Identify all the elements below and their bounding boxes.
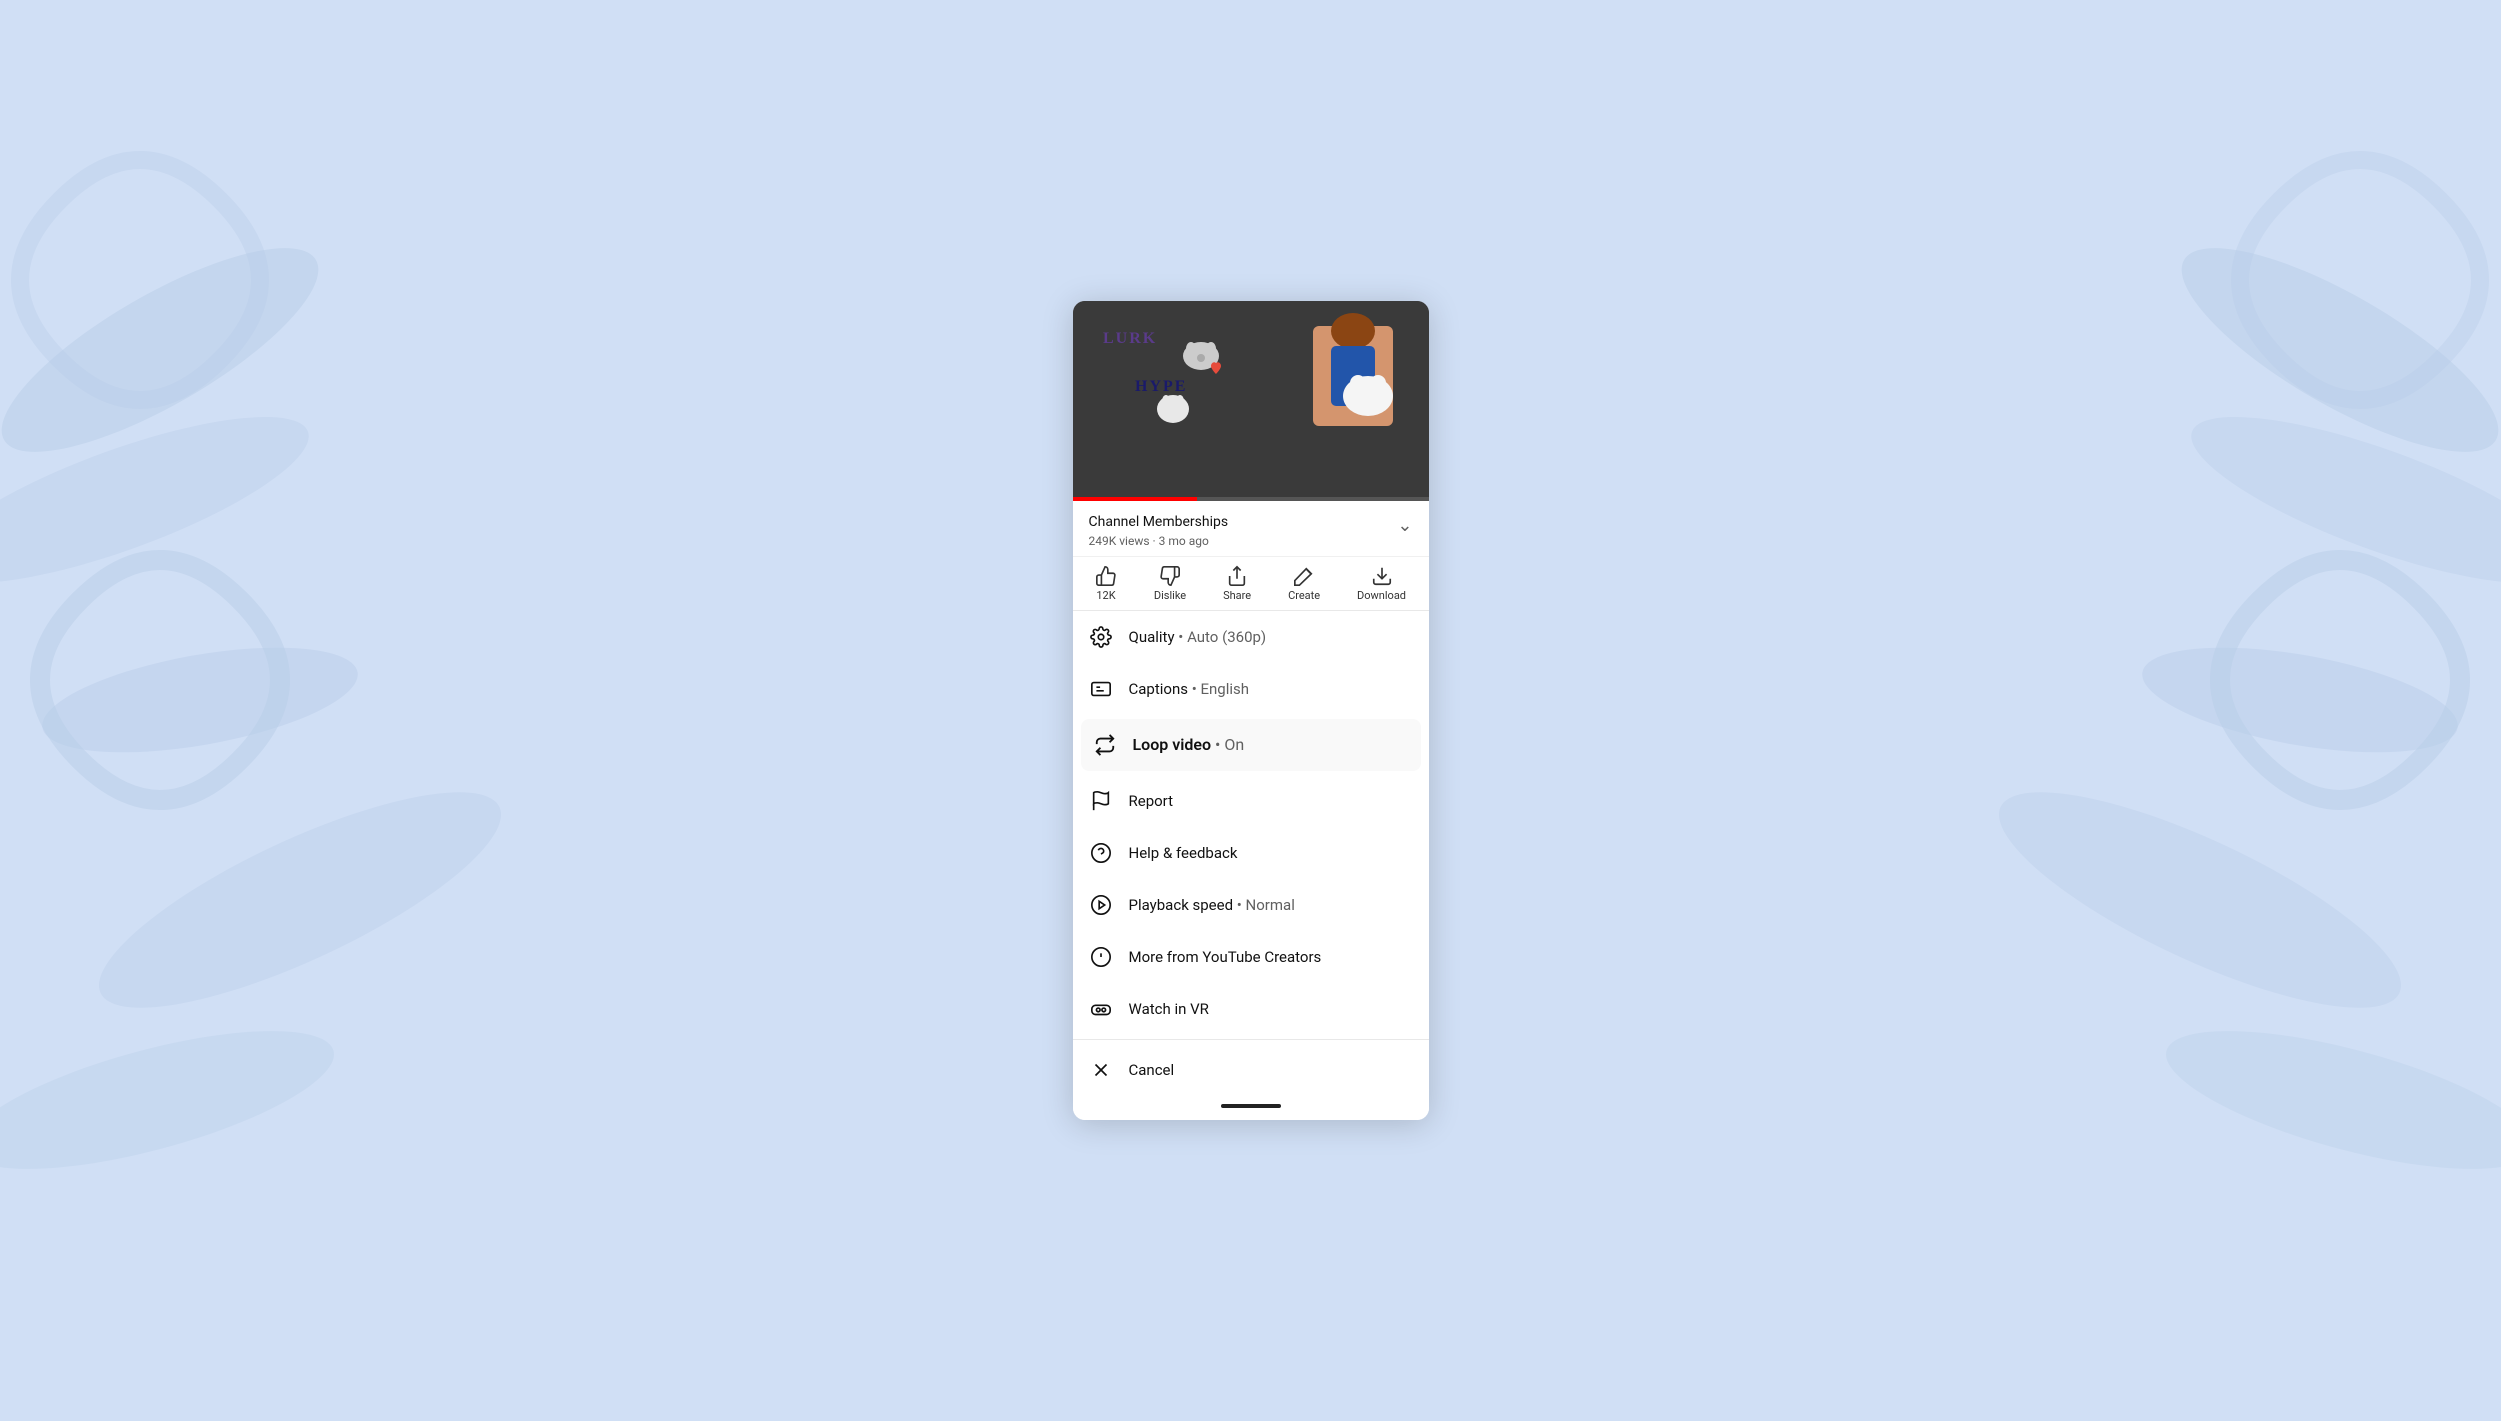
handle-bar <box>1221 1104 1281 1108</box>
video-progress-fill <box>1073 497 1198 501</box>
video-meta: 249K views · 3 mo ago <box>1089 534 1229 548</box>
chevron-down-icon[interactable]: ⌄ <box>1397 515 1412 536</box>
share-label: Share <box>1223 589 1251 602</box>
dislike-button[interactable]: Dislike <box>1154 565 1186 602</box>
playback-label: Playback speed • Normal <box>1129 896 1295 914</box>
cancel-label: Cancel <box>1129 1061 1175 1079</box>
playback-icon <box>1089 893 1113 917</box>
captions-label: Captions • English <box>1129 680 1250 698</box>
video-title: Channel Memberships <box>1089 513 1229 531</box>
menu-item-quality[interactable]: Quality • Auto (360p) <box>1073 611 1429 663</box>
quality-label: Quality • Auto (360p) <box>1129 628 1267 646</box>
action-bar: 12K Dislike Share Create <box>1073 556 1429 610</box>
like-button[interactable]: 12K <box>1095 565 1117 602</box>
create-label: Create <box>1288 589 1320 602</box>
help-icon <box>1089 841 1113 865</box>
info-icon <box>1089 945 1113 969</box>
video-progress-bar[interactable] <box>1073 497 1429 501</box>
share-button[interactable]: Share <box>1223 565 1251 602</box>
like-icon <box>1095 565 1117 587</box>
gear-icon <box>1089 625 1113 649</box>
menu-item-help[interactable]: Help & feedback <box>1073 827 1429 879</box>
menu-item-captions[interactable]: Captions • English <box>1073 663 1429 715</box>
dislike-label: Dislike <box>1154 589 1186 602</box>
bottom-sheet-menu: Quality • Auto (360p) Captions • English <box>1073 610 1429 1120</box>
cancel-icon <box>1089 1058 1113 1082</box>
help-label: Help & feedback <box>1129 844 1238 862</box>
bottom-handle <box>1073 1096 1429 1120</box>
menu-item-loop[interactable]: Loop video • On <box>1081 719 1421 771</box>
vr-icon <box>1089 997 1113 1021</box>
download-button[interactable]: Download <box>1357 565 1406 602</box>
share-icon <box>1226 565 1248 587</box>
video-info-row: Channel Memberships 249K views · 3 mo ag… <box>1073 501 1429 555</box>
captions-icon <box>1089 677 1113 701</box>
vr-label: Watch in VR <box>1129 1000 1209 1018</box>
loop-icon <box>1093 733 1117 757</box>
loop-label: Loop video • On <box>1133 735 1245 754</box>
menu-item-vr[interactable]: Watch in VR <box>1073 983 1429 1035</box>
dislike-icon <box>1159 565 1181 587</box>
menu-item-more[interactable]: More from YouTube Creators <box>1073 931 1429 983</box>
phone-container: LURK HYPE <box>1073 301 1429 1119</box>
create-button[interactable]: Create <box>1288 565 1320 602</box>
flag-icon <box>1089 789 1113 813</box>
menu-divider <box>1073 1039 1429 1040</box>
svg-text:LURK: LURK <box>1103 330 1157 347</box>
video-thumbnail[interactable]: LURK HYPE <box>1073 301 1429 501</box>
menu-item-playback[interactable]: Playback speed • Normal <box>1073 879 1429 931</box>
menu-item-report[interactable]: Report <box>1073 775 1429 827</box>
menu-item-cancel[interactable]: Cancel <box>1073 1044 1429 1096</box>
svg-text:HYPE: HYPE <box>1135 378 1187 395</box>
thumbnail-content: LURK HYPE <box>1073 301 1429 501</box>
download-label: Download <box>1357 589 1406 602</box>
like-count: 12K <box>1096 589 1115 602</box>
report-label: Report <box>1129 792 1174 810</box>
download-icon <box>1371 565 1393 587</box>
create-icon <box>1293 565 1315 587</box>
more-label: More from YouTube Creators <box>1129 948 1322 966</box>
